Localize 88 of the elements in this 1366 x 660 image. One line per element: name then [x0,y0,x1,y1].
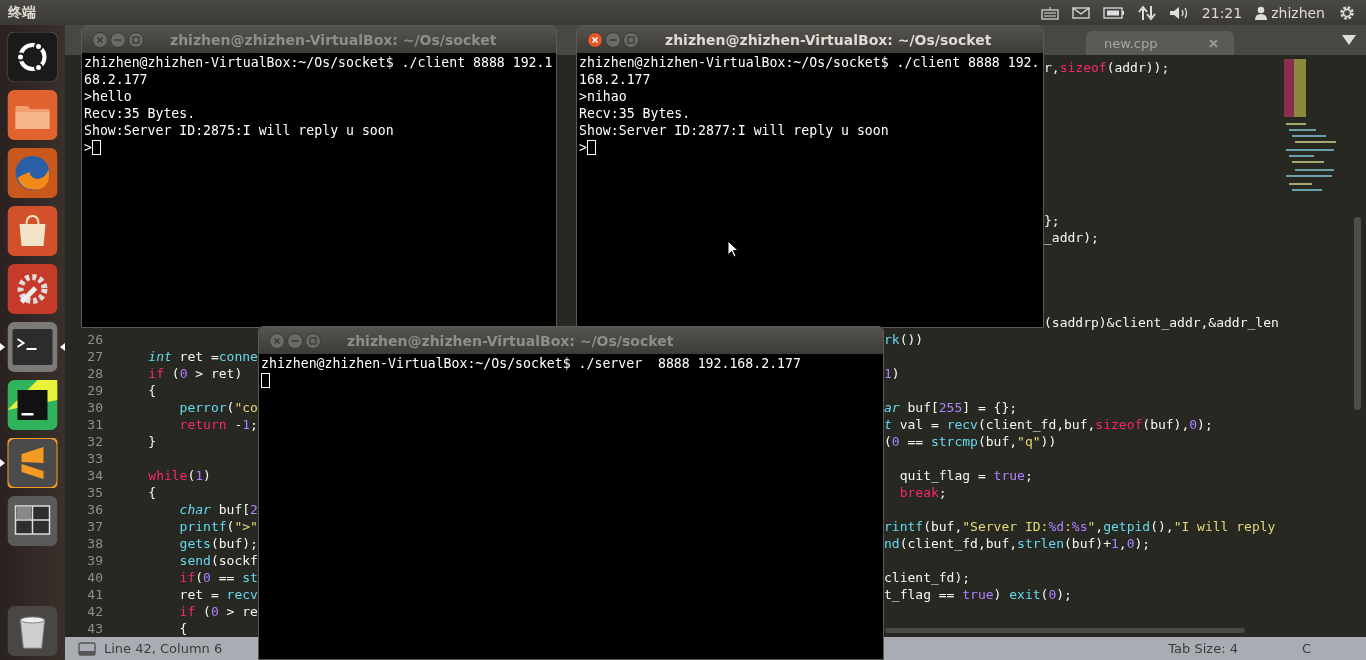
terminal-prompt: > [84,139,92,156]
code-line: } [147,434,157,449]
line-number: 39 [87,553,103,568]
text-cursor [261,373,270,388]
terminal-line: 168.2.177 [579,71,651,88]
line-number: 35 [87,485,103,500]
code-line: _addr); [1044,230,1099,245]
line-number: 43 [87,621,103,636]
panel-toggle-icon[interactable] [78,641,96,656]
tab-size[interactable]: Tab Size: 4 [1168,641,1238,656]
code-line: while(1) [147,468,211,483]
window-title: zhizhen@zhizhen-VirtualBox: ~/Os/socket [665,31,992,48]
terminal-prompt: > [579,139,587,156]
code-line: (saddrp)&client_addr,&addr_len [1044,315,1279,330]
code-line: ar buf[255] = {}; [884,400,1018,415]
line-number: 29 [87,383,103,398]
battery-icon[interactable] [1102,6,1125,19]
terminal-line: Recv:35 Bytes. [579,105,691,122]
text-cursor [91,140,101,155]
code-line: if(0 == st [178,570,258,585]
code-line: send(sockf [178,553,258,568]
code-line: { [147,485,157,500]
terminal-line: >hello [84,88,132,105]
code-line: 1) [884,366,900,381]
line-number: 41 [87,587,103,602]
code-line: rintf(buf,"Server ID:%d:%s",getpid(),"I will reply [884,519,1276,534]
code-line: char buf[2 [178,502,258,517]
code-line: { [147,383,157,398]
mail-icon[interactable] [1071,6,1090,19]
line-number: 38 [87,536,103,551]
code-line: }; [1044,213,1060,228]
code-line: t_flag == true) exit(0); [884,587,1072,602]
line-number: 28 [87,366,103,381]
terminal-line: 68.2.177 [84,71,148,88]
code-line: rk()) [884,332,924,347]
terminal-line: zhizhen@zhizhen-VirtualBox:~/Os/socket$ ./client 8888 192. [579,54,1040,71]
dropdown-icon[interactable] [1342,35,1356,45]
line-number: 42 [87,604,103,619]
code-line: quit_flag = true; [898,468,1033,483]
code-line: (0 == strcmp(buf,"q")) [884,434,1057,449]
code-line: { [178,621,188,636]
line-number: 30 [87,400,103,415]
code-line: int ret =conne [147,349,258,364]
line-number: 33 [87,451,103,466]
line-number: 40 [87,570,103,585]
app-title: 终端 [8,3,36,22]
terminal-line: Show:Server ID:2875:I will reply u soon [84,122,394,139]
code-line: return -1; [178,417,258,432]
code-line: r,sizeof(addr)); [1044,60,1170,75]
code-line: if (0 > ret) [147,366,243,381]
text-cursor [586,140,596,155]
code-line: printf(">" [178,519,258,534]
close-icon[interactable] [587,31,603,48]
volume-icon[interactable] [1168,5,1189,20]
window-title: zhizhen@zhizhen-VirtualBox: ~/Os/socket [347,332,674,349]
mouse-pointer-icon [727,240,739,258]
terminal-line: Recv:35 Bytes. [84,105,196,122]
terminal-line: >nihao [579,88,627,105]
code-line: break; [898,485,947,500]
user-icon[interactable] [1255,5,1268,20]
line-number: 34 [87,468,103,483]
window-title: zhizhen@zhizhen-VirtualBox: ~/Os/socket [170,31,497,48]
settings-icon[interactable] [1338,3,1356,22]
code-line: gets(buf); [178,536,258,551]
code-line: if (0 > re [178,604,258,619]
code-line: nd(client_fd,buf,strlen(buf)+1,0); [884,536,1151,551]
line-number: 37 [87,519,103,534]
code-line: ret = recv [178,587,258,602]
line-number: 31 [87,417,103,432]
line-number: 26 [87,332,103,347]
code-line: t val = recv(client_fd,buf,sizeof(buf),0); [884,417,1213,432]
file-tab[interactable]: new.cpp [1086,31,1234,55]
terminal-line: Show:Server ID:2877:I will reply u soon [579,122,889,139]
user-name[interactable]: zhizhen [1271,4,1325,21]
terminal-line: zhizhen@zhizhen-VirtualBox:~/Os/socket$ ./server 8888 192.168.2.177 [261,355,801,372]
line-number: 27 [87,349,103,364]
horizontal-scrollbar[interactable] [885,628,1245,633]
code-line: perror("co [178,400,258,415]
code-line: client_fd); [884,570,971,585]
line-number: 36 [87,502,103,517]
network-icon[interactable] [1137,4,1156,21]
cursor-position: Line 42, Column 6 [104,641,223,656]
terminal-icon[interactable] [0,322,65,372]
syntax-mode[interactable]: C [1301,641,1311,656]
keyboard-icon[interactable] [1040,5,1059,20]
terminal-line: zhizhen@zhizhen-VirtualBox:~/Os/socket$ ./client 8888 192.1 [84,54,553,71]
line-number: 32 [87,434,103,449]
clock[interactable]: 21:21 [1201,4,1243,21]
